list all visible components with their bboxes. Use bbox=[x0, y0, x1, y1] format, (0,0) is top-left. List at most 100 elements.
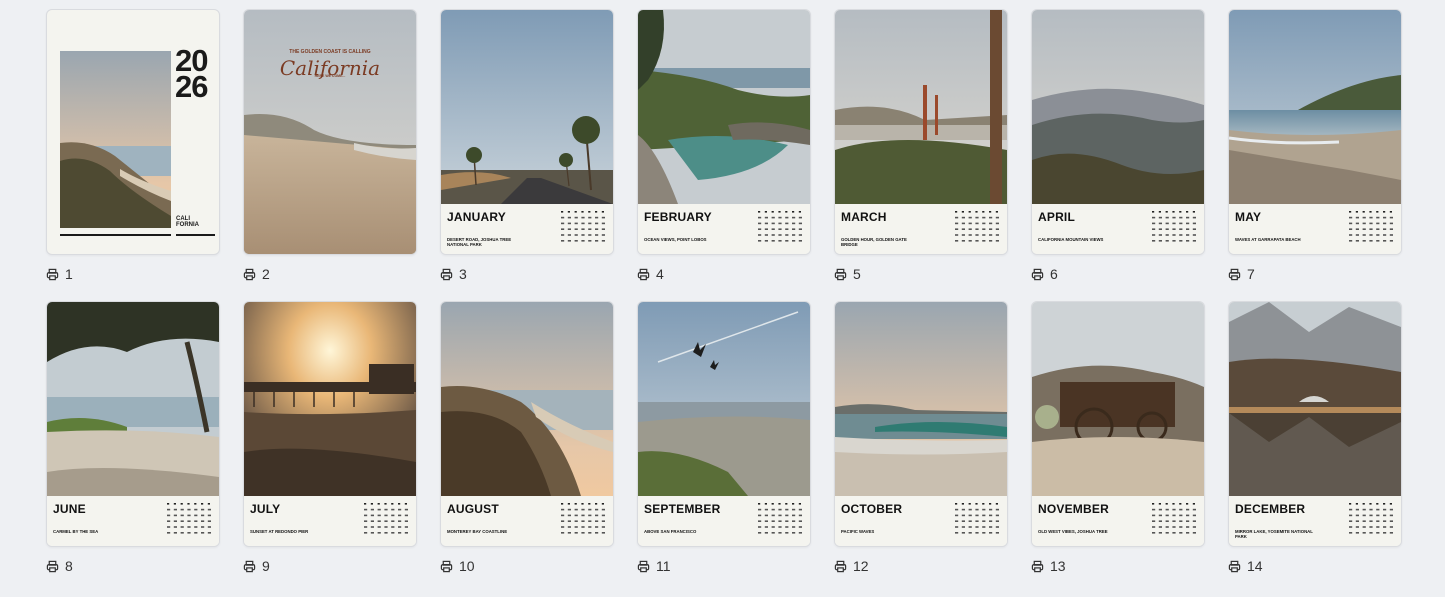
calendar-day-mark bbox=[1349, 503, 1352, 505]
calendar-day-mark bbox=[384, 503, 387, 505]
calendar-day-mark bbox=[764, 508, 768, 511]
calendar-day-mark bbox=[173, 503, 176, 505]
page-card-3[interactable]: JANUARY DESERT ROAD, JOSHUA TREE NATIONA… bbox=[440, 9, 614, 284]
printer-icon bbox=[46, 268, 59, 280]
calendar-day-mark bbox=[601, 503, 604, 505]
printer-icon bbox=[637, 268, 650, 280]
page-card-12[interactable]: OCTOBER PACIFIC WAVES 12 bbox=[834, 301, 1008, 576]
page-number: 10 bbox=[459, 558, 475, 574]
calendar-day-mark bbox=[961, 526, 965, 528]
page-number-label: 3 bbox=[440, 264, 614, 284]
page-thumbnail[interactable]: FEBRUARY OCEAN VIEWS, POINT LOBOS bbox=[637, 9, 811, 255]
calendar-day-mark bbox=[1172, 526, 1176, 528]
calendar-day-mark bbox=[207, 508, 211, 511]
calendar-day-mark bbox=[1186, 234, 1190, 236]
calendar-day-mark bbox=[1158, 532, 1162, 534]
page-card-2[interactable]: THE GOLDEN COAST IS CALLING California H… bbox=[243, 9, 417, 284]
calendar-day-mark bbox=[792, 532, 796, 534]
calendar-day-mark bbox=[377, 514, 381, 517]
calendar-day-mark bbox=[798, 508, 802, 511]
calendar-day-mark bbox=[567, 234, 571, 236]
calendar-day-mark bbox=[561, 240, 565, 242]
calendar-day-mark bbox=[595, 211, 598, 213]
calendar-day-mark bbox=[207, 526, 211, 528]
calendar-day-mark bbox=[601, 520, 605, 522]
calendar-day-mark bbox=[1158, 216, 1162, 219]
calendar-day-mark bbox=[798, 211, 801, 213]
calendar-day-mark bbox=[778, 234, 782, 236]
calendar-day-mark bbox=[758, 503, 761, 505]
page-thumbnail[interactable]: AUGUST MONTEREY BAY COASTLINE bbox=[440, 301, 614, 547]
calendar-day-mark bbox=[1152, 222, 1156, 225]
page-thumbnail[interactable]: JUNE CARMEL BY THE SEA bbox=[46, 301, 220, 547]
calendar-day-mark bbox=[167, 508, 171, 511]
calendar-day-mark bbox=[398, 508, 402, 511]
page-thumbnail[interactable]: APRIL CALIFORNIA MOUNTAIN VIEWS bbox=[1031, 9, 1205, 255]
calendar-day-mark bbox=[567, 240, 571, 242]
page-thumbnail[interactable]: THE GOLDEN COAST IS CALLING California H… bbox=[243, 9, 417, 255]
calendar-day-mark bbox=[1369, 526, 1373, 528]
calendar-day-mark bbox=[561, 211, 564, 213]
mini-calendar bbox=[166, 502, 214, 538]
calendar-day-mark bbox=[561, 222, 565, 225]
calendar-day-mark bbox=[1179, 508, 1183, 511]
calendar-day-mark bbox=[1362, 514, 1366, 517]
calendar-day-mark bbox=[1192, 503, 1195, 505]
calendar-day-mark bbox=[982, 508, 986, 511]
page-card-6[interactable]: APRIL CALIFORNIA MOUNTAIN VIEWS 6 bbox=[1031, 9, 1205, 284]
printer-icon bbox=[1228, 268, 1241, 280]
calendar-day-mark bbox=[364, 514, 368, 517]
page-card-14[interactable]: DECEMBER MIRROR LAKE, YOSEMITE NATIONAL … bbox=[1228, 301, 1402, 576]
page-thumbnail[interactable]: DECEMBER MIRROR LAKE, YOSEMITE NATIONAL … bbox=[1228, 301, 1402, 547]
mini-calendar bbox=[1151, 210, 1199, 246]
page-card-4[interactable]: FEBRUARY OCEAN VIEWS, POINT LOBOS 4 bbox=[637, 9, 811, 284]
calendar-day-mark bbox=[561, 526, 565, 528]
calendar-day-mark bbox=[758, 532, 762, 534]
calendar-day-mark bbox=[1179, 514, 1183, 517]
page-thumbnail[interactable]: 20 26 CALI FORNIA bbox=[46, 9, 220, 255]
calendar-day-mark bbox=[792, 234, 796, 236]
calendar-day-mark bbox=[1383, 508, 1387, 511]
calendar-day-mark bbox=[194, 520, 198, 522]
page-thumbnail[interactable]: NOVEMBER OLD WEST VIBES, JOSHUA TREE bbox=[1031, 301, 1205, 547]
page-card-8[interactable]: JUNE CARMEL BY THE SEA 8 bbox=[46, 301, 220, 576]
calendar-day-mark bbox=[975, 234, 979, 236]
page-card-5[interactable]: MARCH GOLDEN HOUR, GOLDEN GATE BRIDGE 5 bbox=[834, 9, 1008, 284]
calendar-day-mark bbox=[194, 532, 198, 534]
calendar-day-mark bbox=[764, 240, 768, 242]
calendar-day-mark bbox=[1158, 514, 1162, 517]
page-thumbnail[interactable]: JANUARY DESERT ROAD, JOSHUA TREE NATIONA… bbox=[440, 9, 614, 255]
calendar-day-mark bbox=[391, 532, 395, 534]
page-card-7[interactable]: MAY WAVES AT GARRAPATA BEACH 7 bbox=[1228, 9, 1402, 284]
page-card-13[interactable]: NOVEMBER OLD WEST VIBES, JOSHUA TREE 13 bbox=[1031, 301, 1205, 576]
page-card-9[interactable]: JULY SUNSET AT REDONDO PIER 9 bbox=[243, 301, 417, 576]
calendar-band: JULY SUNSET AT REDONDO PIER bbox=[244, 496, 416, 546]
calendar-day-mark bbox=[1186, 520, 1190, 522]
page-card-10[interactable]: AUGUST MONTEREY BAY COASTLINE 10 bbox=[440, 301, 614, 576]
page-number-label: 12 bbox=[834, 556, 1008, 576]
calendar-day-mark bbox=[798, 240, 802, 242]
page-thumbnail[interactable]: JULY SUNSET AT REDONDO PIER bbox=[243, 301, 417, 547]
calendar-day-mark bbox=[955, 228, 959, 230]
calendar-day-mark bbox=[1152, 532, 1156, 534]
month-title: APRIL bbox=[1038, 210, 1075, 224]
page-thumbnail[interactable]: OCTOBER PACIFIC WAVES bbox=[834, 301, 1008, 547]
page-thumbnail[interactable]: MAY WAVES AT GARRAPATA BEACH bbox=[1228, 9, 1402, 255]
calendar-day-mark bbox=[778, 526, 782, 528]
calendar-day-mark bbox=[785, 514, 789, 517]
calendar-day-mark bbox=[561, 508, 565, 511]
page-thumbnail[interactable]: MARCH GOLDEN HOUR, GOLDEN GATE BRIDGE bbox=[834, 9, 1008, 255]
calendar-day-mark bbox=[167, 520, 171, 522]
calendar-day-mark bbox=[404, 508, 408, 511]
calendar-day-mark bbox=[975, 520, 979, 522]
calendar-day-mark bbox=[955, 234, 959, 236]
month-title: AUGUST bbox=[447, 502, 499, 516]
calendar-day-mark bbox=[982, 532, 986, 534]
page-card-11[interactable]: SEPTEMBER ABOVE SAN FRANCISCO 11 bbox=[637, 301, 811, 576]
calendar-day-mark bbox=[778, 520, 782, 522]
calendar-day-mark bbox=[1389, 503, 1392, 505]
calendar-day-mark bbox=[567, 228, 571, 230]
page-card-1[interactable]: 20 26 CALI FORNIA 1 bbox=[46, 9, 220, 284]
calendar-day-mark bbox=[391, 514, 395, 517]
page-thumbnail[interactable]: SEPTEMBER ABOVE SAN FRANCISCO bbox=[637, 301, 811, 547]
